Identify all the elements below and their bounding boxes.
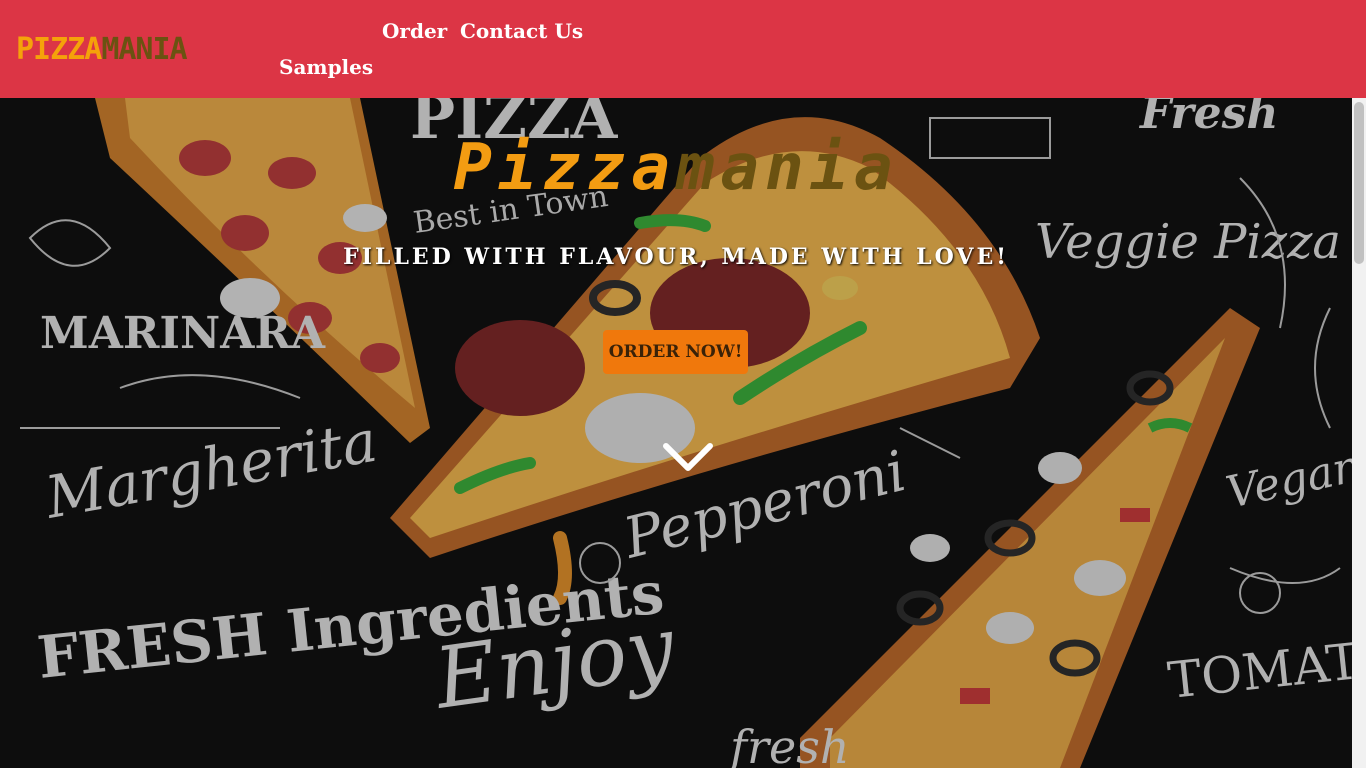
hero-title: Pizzamania bbox=[0, 128, 1352, 208]
brand-part-pizza: PIZZA bbox=[16, 32, 102, 67]
nav-link-order[interactable]: Order bbox=[382, 18, 447, 44]
brand-logo[interactable]: PIZZAMANIA bbox=[16, 30, 188, 70]
hero-section: PIZZA Fresh Best in Town Veggie Pizza MA… bbox=[0, 98, 1352, 768]
hero-title-part-pizza: Pizza bbox=[453, 131, 676, 205]
chevron-down-icon[interactable] bbox=[662, 440, 714, 474]
hero-tagline: FILLED WITH FLAVOUR, MADE WITH LOVE! bbox=[343, 244, 1009, 270]
scrollbar-thumb[interactable] bbox=[1354, 102, 1364, 264]
nav-link-samples[interactable]: Samples bbox=[279, 54, 373, 80]
brand-part-mania: MANIA bbox=[101, 32, 187, 67]
order-now-button[interactable]: ORDER NOW! bbox=[603, 330, 748, 374]
page-scrollbar[interactable] bbox=[1352, 98, 1366, 768]
hero-title-part-mania: mania bbox=[676, 131, 899, 205]
navbar: PIZZAMANIA Order Contact Us Samples bbox=[0, 0, 1366, 98]
nav-link-contact[interactable]: Contact Us bbox=[460, 18, 583, 44]
